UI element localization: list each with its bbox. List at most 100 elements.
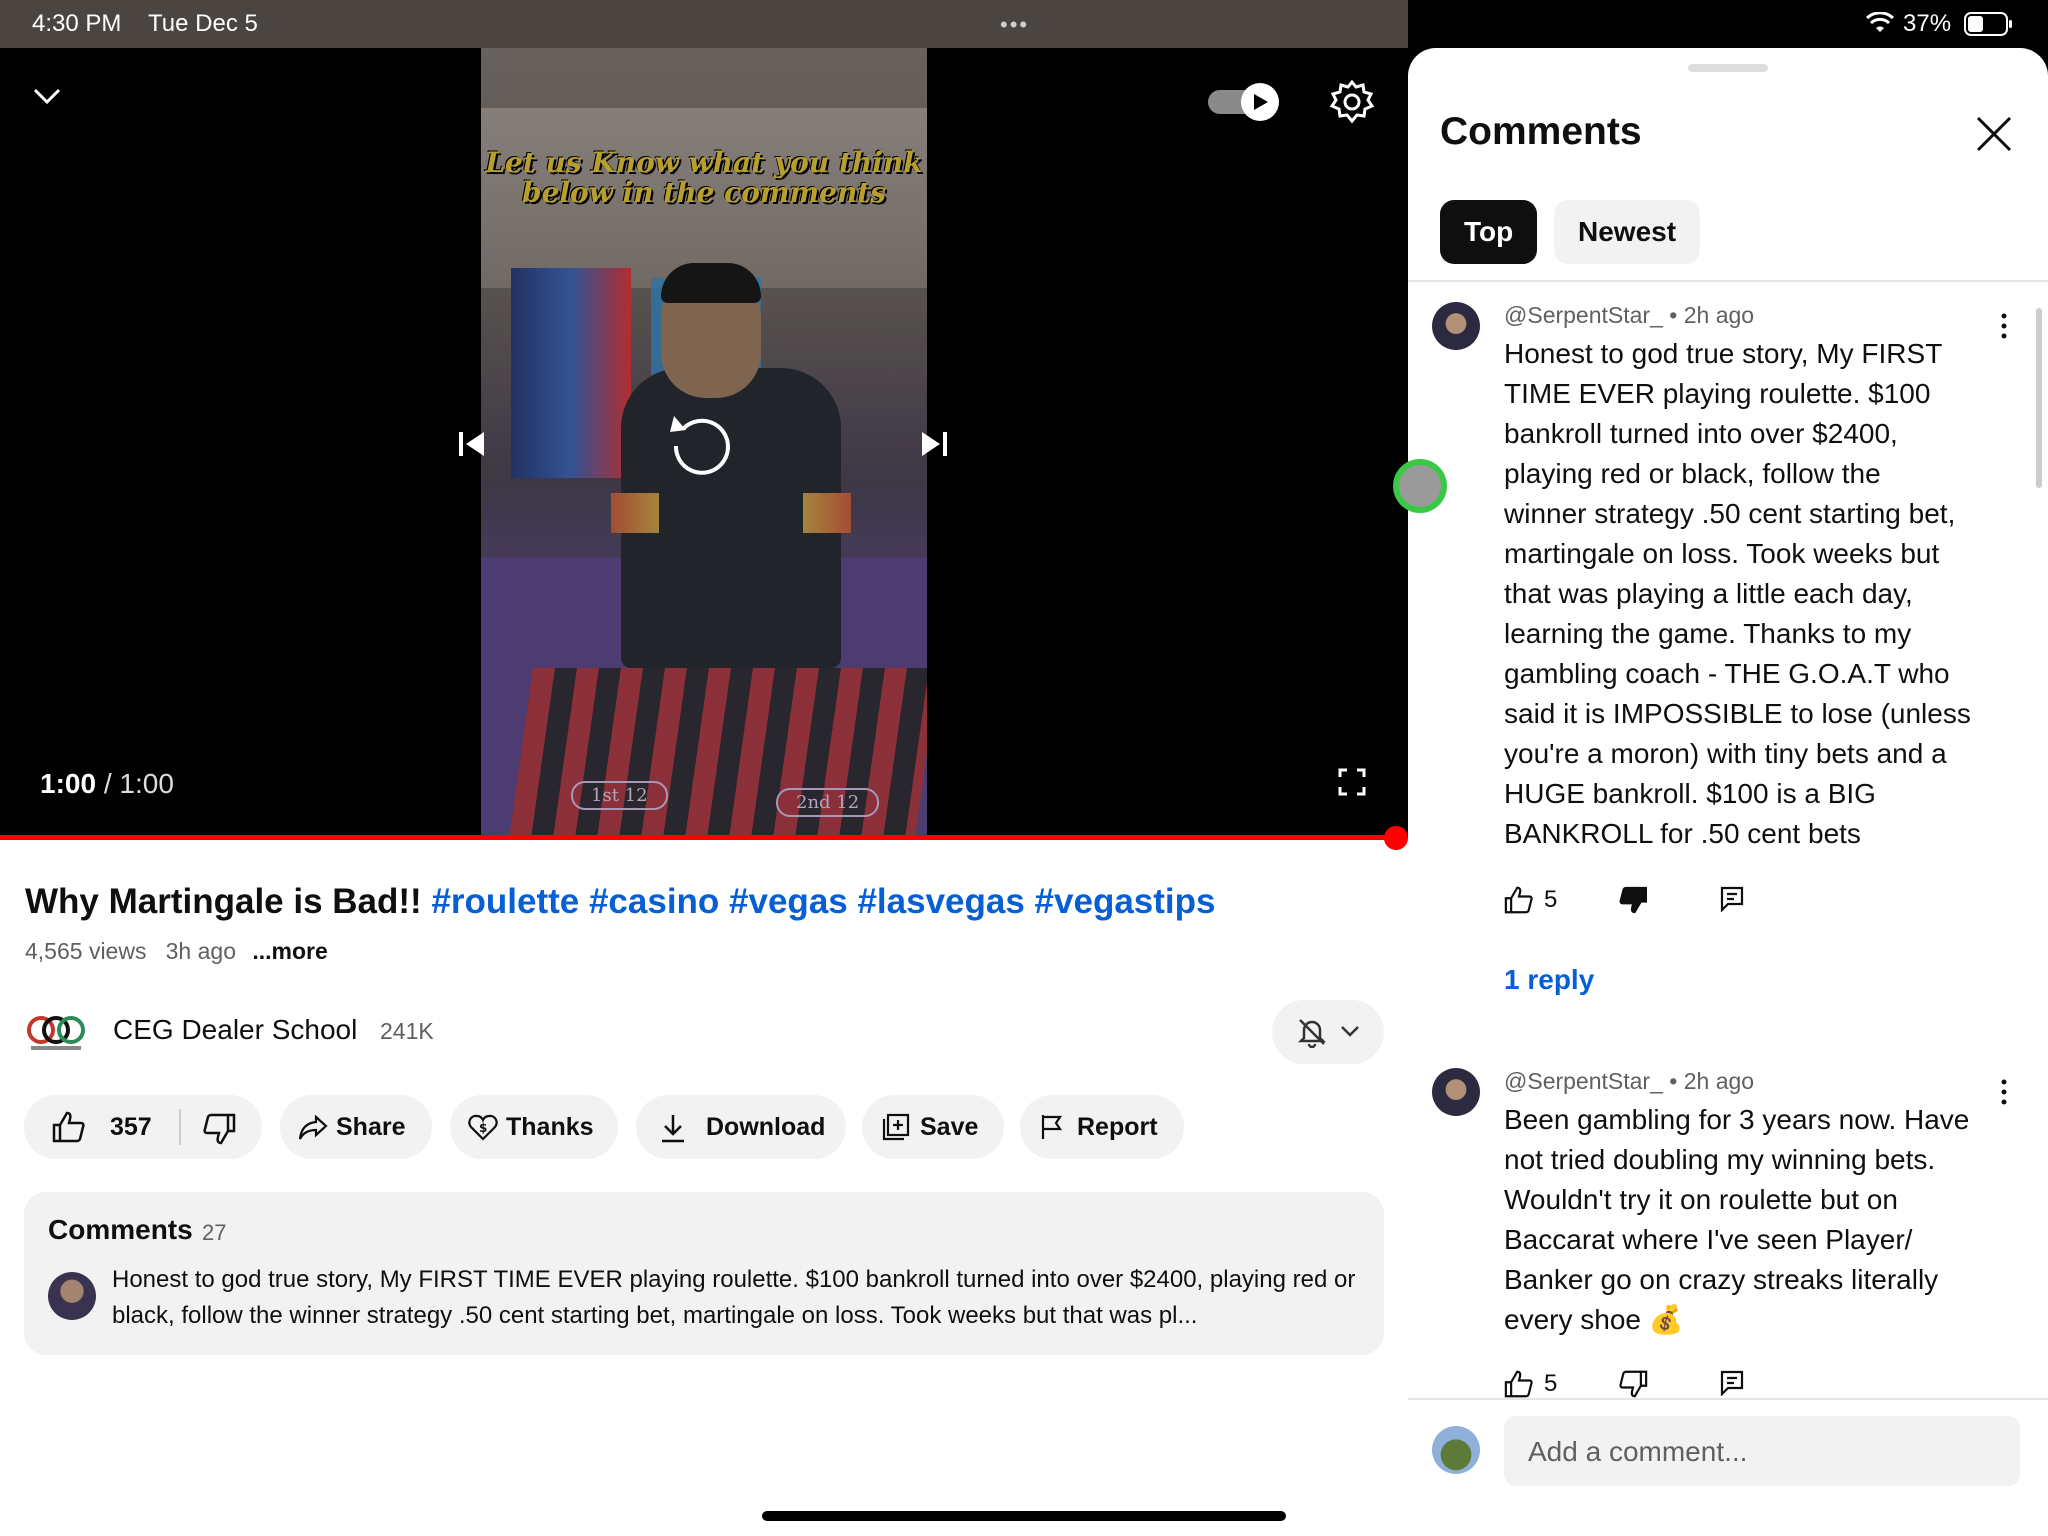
- comment-line: not tried doubling my winning bets.: [1504, 1144, 1936, 1175]
- comment-text: Honest to god true story, My FIRST TIME …: [1504, 334, 2004, 854]
- tab-top[interactable]: Top: [1440, 200, 1538, 264]
- comment-line: learning the game. Thanks to my: [1504, 618, 1912, 649]
- current-time: 1:00: [40, 768, 97, 799]
- video-title-text: Why Martingale is Bad!!: [25, 882, 432, 921]
- reply-icon[interactable]: [1720, 886, 1744, 912]
- upload-age: 3h ago: [165, 938, 236, 964]
- comment-line: Wouldn't try it on roulette but on: [1504, 1184, 1898, 1215]
- comments-teaser[interactable]: Comments 27 Honest to god true story, My…: [24, 1192, 1384, 1355]
- comment-line: Banker go on crazy streaks literally: [1504, 1264, 1939, 1295]
- touch-indicator: [1393, 459, 1447, 513]
- status-time: 4:30 PM: [32, 10, 122, 37]
- notifications-button[interactable]: [1272, 1000, 1384, 1064]
- close-icon[interactable]: [1974, 114, 2014, 154]
- comment-line: said it is IMPOSSIBLE to lose (unless: [1504, 698, 1971, 729]
- comments-teaser-text: Honest to god true story, My FIRST TIME …: [112, 1266, 1356, 1329]
- comment-author[interactable]: @SerpentStar_: [1504, 302, 1663, 328]
- download-icon: [662, 1115, 684, 1143]
- thanks-heart-icon: $: [468, 1114, 498, 1141]
- comment-line: Been gambling for 3 years now. Have: [1504, 1104, 1970, 1135]
- dislike-icon[interactable]: [1618, 1370, 1648, 1398]
- comment-like-count: 5: [1544, 1370, 1558, 1397]
- video-meta[interactable]: 4,565 views 3h ago ...more: [25, 938, 328, 965]
- comment-like-count: 5: [1544, 886, 1558, 913]
- tab-newest[interactable]: Newest: [1554, 200, 1701, 264]
- report-button[interactable]: Report: [1020, 1095, 1184, 1159]
- autoplay-toggle-icon[interactable]: [1206, 82, 1282, 122]
- svg-text:$: $: [479, 1121, 487, 1135]
- status-date: Tue Dec 5: [148, 10, 258, 37]
- comment-line: winner strategy .50 cent starting bet,: [1504, 498, 1956, 529]
- panel-title: Comments: [1440, 110, 1642, 153]
- comments-panel: Comments Top Newest @SerpentStar_ • 2h a…: [1408, 48, 2048, 1536]
- like-divider: [179, 1109, 181, 1145]
- progress-scrubber[interactable]: [1384, 826, 1408, 850]
- save-playlist-icon: [882, 1113, 910, 1141]
- report-label: Report: [1077, 1113, 1158, 1141]
- comment-age: 2h ago: [1683, 1068, 1755, 1094]
- avatar[interactable]: [1432, 1068, 1480, 1116]
- comment-header: @SerpentStar_ • 2h ago: [1504, 1068, 1755, 1094]
- flag-icon: [1041, 1115, 1063, 1139]
- comment-line: every shoe 💰: [1504, 1304, 1684, 1335]
- home-indicator[interactable]: [762, 1511, 1286, 1521]
- share-button[interactable]: Share: [280, 1095, 432, 1159]
- channel-name[interactable]: CEG Dealer School: [113, 1014, 357, 1046]
- duration: 1:00: [119, 768, 174, 799]
- download-button[interactable]: Download: [636, 1095, 846, 1159]
- save-label: Save: [920, 1113, 979, 1141]
- subscriber-count: 241K: [380, 1018, 434, 1044]
- like-icon[interactable]: [1504, 1370, 1534, 1398]
- thanks-button[interactable]: $ Thanks: [450, 1095, 618, 1159]
- drag-handle[interactable]: [1688, 64, 1768, 72]
- share-icon: [298, 1115, 328, 1140]
- comment-line: bankroll turned into over $2400,: [1504, 418, 1898, 449]
- comment-header: @SerpentStar_ • 2h ago: [1504, 302, 1755, 328]
- comment-line: that was playing a little each day,: [1504, 578, 1913, 609]
- add-comment-input[interactable]: Add a comment...: [1504, 1416, 2020, 1486]
- comment-line: martingale on loss. Took weeks but: [1504, 538, 1940, 569]
- comments-teaser-title: Comments: [48, 1214, 193, 1245]
- comment-line: gambling coach - THE G.O.A.T who: [1504, 658, 1950, 689]
- comment-author[interactable]: @SerpentStar_: [1504, 1068, 1663, 1094]
- fullscreen-icon[interactable]: [1338, 768, 1366, 796]
- comments-teaser-count: 27: [202, 1220, 227, 1245]
- settings-gear-icon[interactable]: [1328, 78, 1376, 126]
- like-icon[interactable]: [1504, 886, 1534, 914]
- reply-icon[interactable]: [1720, 1370, 1744, 1396]
- video-player[interactable]: Let us Know what you think below in the …: [0, 48, 1408, 838]
- previous-icon[interactable]: [456, 428, 488, 460]
- multitasking-dots[interactable]: •••: [1000, 12, 1029, 38]
- next-icon[interactable]: [918, 428, 950, 460]
- replay-icon[interactable]: [662, 406, 742, 486]
- status-bar: 4:30 PM Tue Dec 5 ••• 37%: [0, 0, 2048, 48]
- dislike-icon[interactable]: [1618, 886, 1648, 914]
- replies-link[interactable]: 1 reply: [1504, 964, 1594, 996]
- download-label: Download: [706, 1113, 826, 1141]
- comment-line: BANKROLL for .50 cent bets: [1504, 818, 1861, 849]
- video-hashtags[interactable]: #roulette #casino #vegas #lasvegas #vega…: [431, 882, 1215, 921]
- comment-line: HUGE bankroll. $100 is a BIG: [1504, 778, 1876, 809]
- dislike-icon[interactable]: [202, 1113, 236, 1145]
- add-comment-row: Add a comment...: [1408, 1398, 2048, 1536]
- share-label: Share: [336, 1113, 406, 1141]
- battery-icon: [1964, 12, 2012, 36]
- avatar: [48, 1272, 96, 1320]
- comment-line: playing red or black, follow the: [1504, 458, 1881, 489]
- panel-divider: [1408, 280, 2048, 282]
- comment-text: Been gambling for 3 years now. Have not …: [1504, 1100, 2004, 1340]
- collapse-chevron-icon[interactable]: [32, 86, 62, 106]
- save-button[interactable]: Save: [862, 1095, 1004, 1159]
- channel-logo-icon[interactable]: [25, 1010, 87, 1054]
- progress-bar[interactable]: [0, 835, 1396, 840]
- scrollbar[interactable]: [2036, 308, 2042, 488]
- wifi-icon: [1866, 12, 1894, 32]
- avatar[interactable]: [1432, 302, 1480, 350]
- time-separator: /: [96, 768, 120, 799]
- chevron-down-icon: [1341, 1026, 1359, 1037]
- more-link[interactable]: ...more: [252, 938, 327, 964]
- like-icon[interactable]: [52, 1111, 86, 1143]
- video-title: Why Martingale is Bad!! #roulette #casin…: [25, 880, 1395, 924]
- comment-line: you're a moron) with tiny bets and a: [1504, 738, 1947, 769]
- comment-line: Honest to god true story, My FIRST: [1504, 338, 1943, 369]
